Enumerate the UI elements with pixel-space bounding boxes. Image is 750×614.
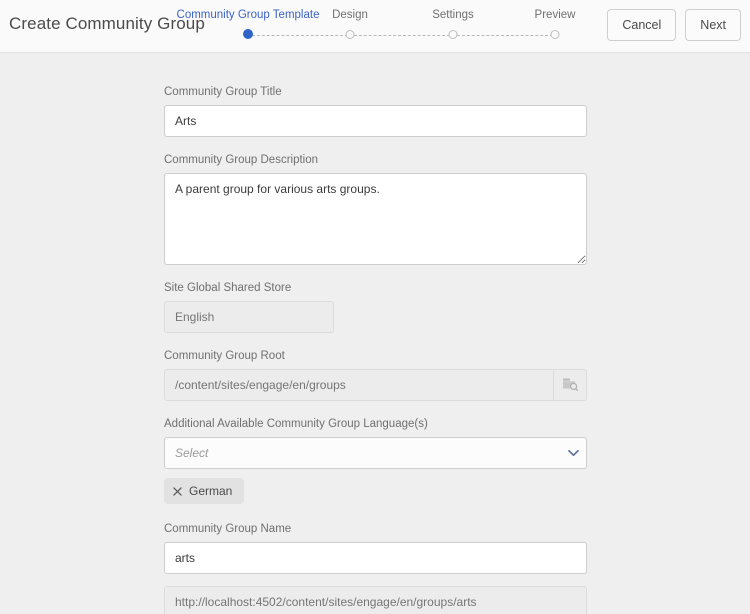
- field-community-group-name: Community Group Name: [164, 522, 587, 574]
- stepper-connector-2: [354, 35, 450, 36]
- additional-languages-select[interactable]: Select: [164, 437, 587, 469]
- step-label-community-group-template[interactable]: Community Group Template: [177, 8, 320, 22]
- header-actions: Cancel Next: [607, 9, 741, 41]
- label-site-global-shared-store: Site Global Shared Store: [164, 281, 587, 295]
- language-chip-german: German: [164, 478, 244, 504]
- site-global-shared-store-input[interactable]: [164, 301, 334, 333]
- field-additional-languages: Additional Available Community Group Lan…: [164, 417, 587, 504]
- community-group-root-browse-button[interactable]: [554, 369, 587, 401]
- step-label-settings[interactable]: Settings: [432, 8, 474, 22]
- step-label-preview[interactable]: Preview: [535, 8, 576, 22]
- page-body: Community Group Title Community Group De…: [0, 53, 750, 614]
- additional-languages-select-value: Select: [165, 446, 560, 460]
- page-title: Create Community Group: [9, 14, 205, 34]
- stepper-connector-3: [457, 35, 553, 36]
- stepper-connector-1: [252, 35, 348, 36]
- field-community-group-title: Community Group Title: [164, 85, 587, 137]
- community-group-description-textarea[interactable]: [164, 173, 587, 265]
- field-community-group-root: Community Group Root: [164, 349, 587, 401]
- label-additional-languages: Additional Available Community Group Lan…: [164, 417, 587, 431]
- label-community-group-title: Community Group Title: [164, 85, 587, 99]
- chevron-down-icon: [560, 449, 586, 457]
- wizard-stepper: Community Group Template Design Settings…: [186, 8, 586, 48]
- folder-search-icon: [562, 376, 579, 395]
- community-group-name-input[interactable]: [164, 542, 587, 574]
- stepper-labels: Community Group Template Design Settings…: [186, 8, 586, 24]
- cancel-button[interactable]: Cancel: [607, 9, 676, 41]
- field-community-group-description: Community Group Description: [164, 153, 587, 265]
- additional-languages-chips: German: [164, 478, 587, 504]
- community-group-root-input[interactable]: [164, 369, 554, 401]
- stepper-dot-settings[interactable]: [449, 30, 458, 39]
- community-group-title-input[interactable]: [164, 105, 587, 137]
- next-button[interactable]: Next: [685, 9, 741, 41]
- field-site-global-shared-store: Site Global Shared Store: [164, 281, 587, 333]
- create-community-group-form: Community Group Title Community Group De…: [164, 85, 587, 614]
- field-community-group-url: [164, 586, 587, 614]
- stepper-dot-community-group-template[interactable]: [243, 29, 253, 39]
- stepper-track: [186, 30, 586, 42]
- community-group-url-input[interactable]: [164, 586, 587, 614]
- label-community-group-description: Community Group Description: [164, 153, 587, 167]
- step-label-design[interactable]: Design: [332, 8, 368, 22]
- app-header: Create Community Group Community Group T…: [0, 0, 750, 53]
- label-community-group-name: Community Group Name: [164, 522, 587, 536]
- stepper-dot-preview[interactable]: [551, 30, 560, 39]
- community-group-root-row: [164, 369, 587, 401]
- stepper-dot-design[interactable]: [346, 30, 355, 39]
- language-chip-label: German: [189, 484, 232, 498]
- close-icon[interactable]: [173, 487, 182, 496]
- label-community-group-root: Community Group Root: [164, 349, 587, 363]
